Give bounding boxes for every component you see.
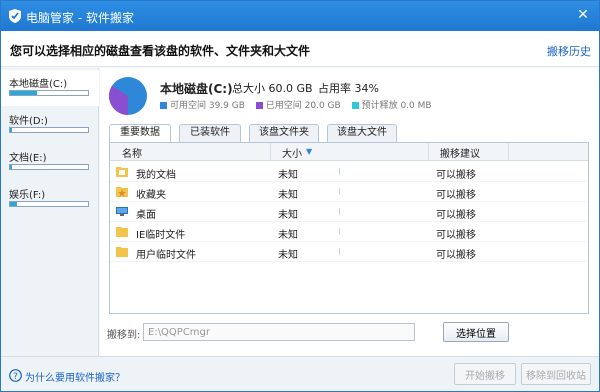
folder-icon bbox=[116, 247, 128, 257]
table-row[interactable]: IE临时文件 未知 可以搬移 bbox=[110, 222, 588, 242]
column-advice[interactable]: 搬移建议 bbox=[440, 145, 480, 160]
row-name: 我的文档 bbox=[136, 170, 176, 181]
drive-label: 娱乐(F:) bbox=[9, 190, 46, 201]
row-name: 用户临时文件 bbox=[136, 250, 196, 261]
close-button[interactable]: ✕ bbox=[575, 7, 591, 23]
row-advice: 可以搬移 bbox=[436, 190, 476, 201]
table-row[interactable]: 我的文档 未知 可以搬移 bbox=[110, 162, 588, 182]
documents-folder-icon bbox=[116, 167, 128, 177]
row-size: 未知 bbox=[278, 250, 298, 261]
disk-total-size: 总大小 60.0 GB bbox=[232, 82, 313, 95]
row-size: 未知 bbox=[278, 190, 298, 201]
legend-release: 预计释放 0.0 MB bbox=[351, 98, 432, 111]
table-row[interactable]: 收藏夹 未知 可以搬移 bbox=[110, 182, 588, 202]
table-row[interactable]: 用户临时文件 未知 可以搬移 bbox=[110, 242, 588, 262]
drive-usage-bar bbox=[9, 127, 89, 133]
folder-icon bbox=[116, 227, 128, 237]
column-name[interactable]: 名称 bbox=[122, 145, 142, 160]
tab-bar: 重要数据 已装软件 该盘文件夹 该盘大文件 bbox=[109, 124, 589, 143]
move-history-link[interactable]: 搬移历史 bbox=[547, 43, 591, 59]
help-icon: ? bbox=[9, 369, 22, 382]
row-advice: 可以搬移 bbox=[436, 210, 476, 221]
drive-usage-bar bbox=[9, 90, 89, 96]
window-title: 电脑管家 - 软件搬家 bbox=[26, 11, 134, 25]
row-name: 桌面 bbox=[136, 210, 156, 221]
choose-location-button[interactable]: 选择位置 bbox=[443, 322, 509, 342]
title-bar: 电脑管家 - 软件搬家 ✕ bbox=[1, 1, 599, 31]
row-advice: 可以搬移 bbox=[436, 250, 476, 261]
app-window: 电脑管家 - 软件搬家 ✕ 您可以选择相应的磁盘查看该盘的软件、文件夹和大文件 … bbox=[0, 0, 600, 392]
disk-legend: 可用空间 39.9 GB 已用空间 20.0 GB 预计释放 0.0 MB bbox=[160, 98, 440, 111]
row-size: 未知 bbox=[278, 210, 298, 221]
drive-usage-bar bbox=[9, 201, 89, 207]
legend-free: 可用空间 39.9 GB bbox=[160, 98, 245, 111]
header-description: 您可以选择相应的磁盘查看该盘的软件、文件夹和大文件 bbox=[10, 44, 311, 58]
sidebar-item-d-drive[interactable]: 软件(D:) bbox=[1, 107, 99, 143]
svg-text:?: ? bbox=[13, 372, 18, 382]
row-size: 未知 bbox=[278, 230, 298, 241]
main-panel: 本地磁盘(C:) 总大小 60.0 GB 占用率 34% 可用空间 39.9 G… bbox=[100, 68, 599, 356]
move-to-label: 搬移到: bbox=[107, 330, 141, 341]
shield-icon bbox=[9, 9, 21, 23]
legend-used: 已用空间 20.0 GB bbox=[255, 98, 341, 111]
data-table: 名称 大小 ▼ 搬移建议 我的文档 未知 可以搬移 收藏夹 未知 可以搬移 桌面… bbox=[109, 142, 589, 314]
disk-usage-pie bbox=[109, 77, 147, 115]
row-advice: 可以搬移 bbox=[436, 170, 476, 181]
row-size: 未知 bbox=[278, 170, 298, 181]
drive-sidebar: 本地磁盘(C:) 软件(D:) 文档(E:) 娱乐(F:) bbox=[1, 68, 99, 356]
drive-usage-bar bbox=[9, 164, 89, 170]
row-advice: 可以搬移 bbox=[436, 230, 476, 241]
drive-label: 文档(E:) bbox=[9, 153, 47, 164]
tab-important-data[interactable]: 重要数据 bbox=[109, 124, 171, 143]
help-link[interactable]: 为什么要用软件搬家？ bbox=[25, 369, 125, 384]
tab-installed-software[interactable]: 已装软件 bbox=[179, 124, 241, 142]
sidebar-item-f-drive[interactable]: 娱乐(F:) bbox=[1, 181, 99, 217]
start-move-button[interactable]: 开始搬移 bbox=[454, 363, 516, 385]
favorites-folder-icon bbox=[116, 187, 128, 197]
header: 您可以选择相应的磁盘查看该盘的软件、文件夹和大文件 搬移历史 bbox=[1, 31, 599, 67]
drive-label: 软件(D:) bbox=[9, 116, 48, 127]
tab-disk-folders[interactable]: 该盘文件夹 bbox=[249, 124, 319, 142]
row-name: IE临时文件 bbox=[136, 230, 186, 241]
tab-large-files[interactable]: 该盘大文件 bbox=[327, 124, 397, 142]
disk-name: 本地磁盘(C:) bbox=[160, 82, 233, 96]
disk-usage-rate: 占用率 34% bbox=[318, 82, 379, 95]
desktop-icon bbox=[116, 207, 128, 216]
sidebar-item-c-drive[interactable]: 本地磁盘(C:) bbox=[1, 70, 99, 106]
drive-label: 本地磁盘(C:) bbox=[9, 79, 68, 90]
column-size[interactable]: 大小 bbox=[282, 145, 302, 160]
table-header: 名称 大小 ▼ 搬移建议 bbox=[110, 143, 588, 161]
sort-desc-icon: ▼ bbox=[306, 147, 313, 156]
footer: ? 为什么要用软件搬家？ 开始搬移 移除到回收站 bbox=[1, 356, 599, 391]
table-row[interactable]: 桌面 未知 可以搬移 bbox=[110, 202, 588, 222]
sidebar-item-e-drive[interactable]: 文档(E:) bbox=[1, 144, 99, 180]
move-to-recycle-bin-button[interactable]: 移除到回收站 bbox=[521, 363, 591, 385]
row-name: 收藏夹 bbox=[136, 190, 166, 201]
destination-path-input[interactable] bbox=[143, 323, 415, 341]
